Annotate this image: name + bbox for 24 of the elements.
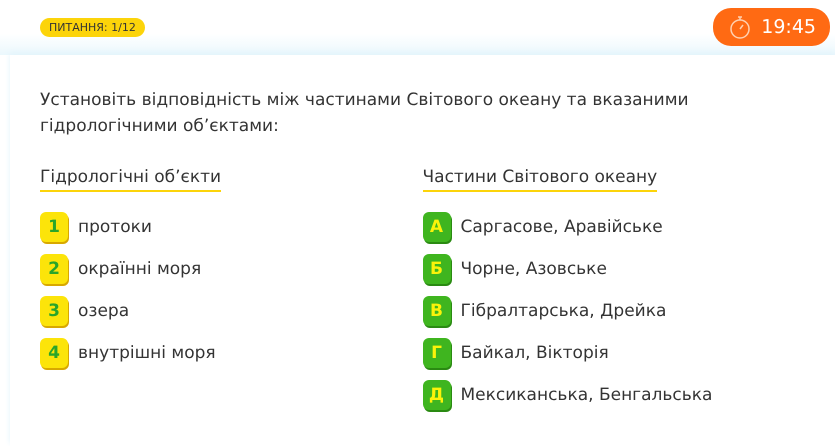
item-key: 3: [40, 296, 68, 326]
item-key: А: [422, 212, 450, 242]
column-heading: Частини Світового океану: [422, 167, 658, 192]
item-text: окраїнні моря: [78, 259, 202, 279]
stopwatch-icon: [729, 14, 752, 38]
item-key: Г: [422, 338, 450, 368]
item-key: Б: [422, 254, 450, 284]
item-key: В: [422, 296, 450, 326]
question-counter: ПИТАННЯ: 1/12: [40, 18, 145, 37]
item-key: 1: [40, 212, 68, 242]
item-key: 4: [40, 338, 68, 368]
item-text: озера: [78, 301, 130, 321]
item-text: протоки: [78, 217, 152, 237]
item-key: 2: [40, 254, 68, 284]
item-text: Чорне, Азовське: [460, 259, 607, 279]
item-key: Д: [422, 380, 450, 410]
item-text: внутрішні моря: [78, 343, 216, 363]
question-text: Установіть відповідність між частинами Світового океану та вказаними гідрологічними об’єктами:: [40, 89, 690, 138]
timer: 19:45: [713, 8, 830, 46]
item-text: Мексиканська, Бенгальська: [460, 385, 712, 405]
item-text: Гібралтарська, Дрейка: [460, 301, 666, 321]
item-text: Саргасове, Аравійське: [460, 217, 663, 237]
column-heading: Гідрологічні об’єкти: [40, 167, 222, 192]
item-text: Байкал, Вікторія: [460, 343, 609, 363]
